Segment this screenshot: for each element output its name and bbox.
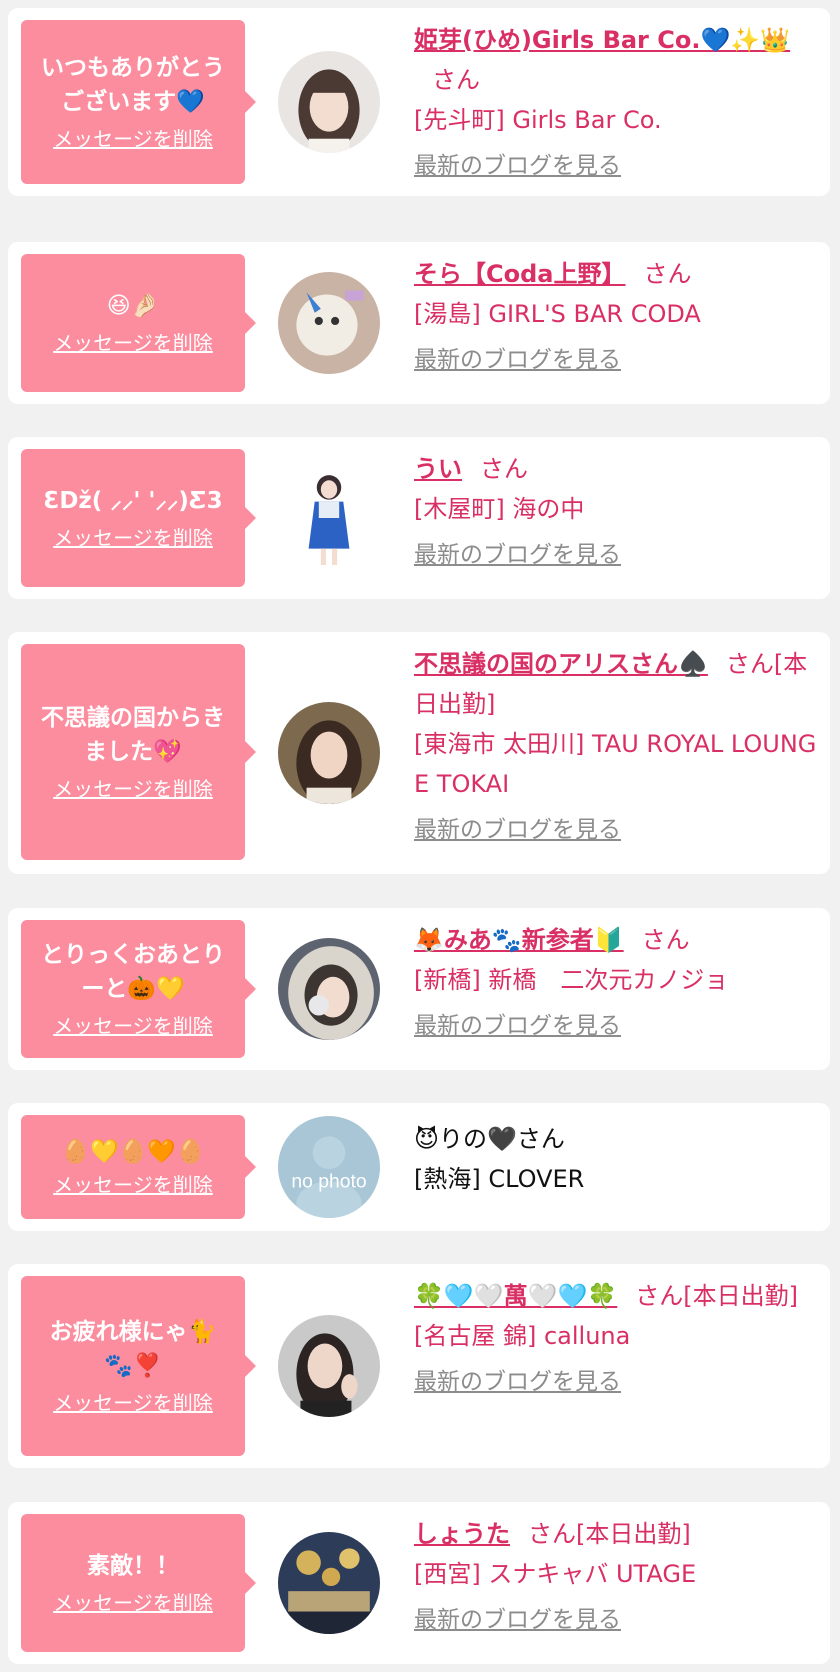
delete-message-link[interactable]: メッセージを削除: [53, 1389, 213, 1417]
message-card: 😆🤌🏻 メッセージを削除 そら【Coda上野】 さん [湯島] GIRL'S BA…: [8, 242, 830, 404]
fur-hood-image: [278, 938, 380, 1040]
sender-info: 🦊みあ🐾新参者🔰 さん [新橋] 新橋 二次元カノジョ 最新のブログを見る: [414, 920, 824, 1042]
sender-name-text: 😈りの🖤さん: [414, 1125, 565, 1153]
sender-info: しょうた さん[本日出勤] [西宮] スナキャバ UTAGE 最新のブログを見る: [414, 1514, 824, 1636]
honorific: さん: [480, 455, 528, 483]
delete-message-link[interactable]: メッセージを削除: [53, 775, 213, 803]
message-card: 不思議の国からきました💖 メッセージを削除 不思議の国のアリスさん♠️ さん[本日…: [8, 632, 830, 874]
sender-info: 🍀🩵🤍萬🤍🩵🍀 さん[本日出勤] [名古屋 錦] calluna 最新のブログを見…: [414, 1276, 824, 1398]
girl-portrait-image: [278, 702, 380, 804]
message-bubble: いつもありがとうございます💙 メッセージを削除: [21, 20, 256, 184]
message-card: 素敵！！ メッセージを削除 しょうた さん[本日出勤] [西宮] スナキャバ UT…: [8, 1502, 830, 1664]
latest-blog-link[interactable]: 最新のブログを見る: [414, 539, 824, 571]
sender-info: うい さん [木屋町] 海の中 最新のブログを見る: [414, 449, 824, 571]
message-card: いつもありがとうございます💙 メッセージを削除 姫芽(ひめ)Girls Bar …: [8, 8, 830, 196]
message-text: お疲れ様にゃ🐈🐾❣️: [49, 1319, 217, 1379]
party-photo-image: [278, 1532, 380, 1634]
message-bubble: 不思議の国からきました💖 メッセージを削除: [21, 644, 256, 860]
sender-info: 😈りの🖤さん [熱海] CLOVER: [414, 1119, 824, 1199]
avatar[interactable]: [278, 1315, 380, 1417]
sender-info: 姫芽(ひめ)Girls Bar Co.💙✨👑 さん [先斗町] Girls Bar…: [414, 20, 824, 182]
honorific: さん[本日出勤]: [635, 1282, 799, 1310]
message-card: 🥚💛🥚🧡🥚 メッセージを削除 no photo 😈りの🖤さん [熱海] CLOV…: [8, 1103, 830, 1231]
message-list: いつもありがとうございます💙 メッセージを削除 姫芽(ひめ)Girls Bar …: [0, 0, 840, 1672]
shop-text: [先斗町] Girls Bar Co.: [414, 106, 662, 134]
message-bubble: ƐDž( ⸝⸝' '⸝⸝)Ƹ3 メッセージを削除: [21, 449, 256, 587]
delete-message-link[interactable]: メッセージを削除: [53, 1012, 213, 1040]
message-text: 不思議の国からきました💖: [41, 705, 225, 765]
shop-text: [西宮] スナキャバ UTAGE: [414, 1560, 697, 1588]
latest-blog-link[interactable]: 最新のブログを見る: [414, 1366, 824, 1398]
sender-name-link[interactable]: 🦊みあ🐾新参者🔰: [414, 926, 624, 954]
message-text: いつもありがとうございます💙: [41, 55, 225, 115]
shop-text: [湯島] GIRL'S BAR CODA: [414, 300, 701, 328]
sender-name-link[interactable]: 姫芽(ひめ)Girls Bar Co.💙✨👑: [414, 26, 790, 54]
sender-name-link[interactable]: うい: [414, 455, 462, 483]
delete-message-link[interactable]: メッセージを削除: [53, 125, 213, 153]
avatar[interactable]: [278, 467, 380, 569]
avatar[interactable]: [278, 702, 380, 804]
delete-message-link[interactable]: メッセージを削除: [53, 329, 213, 357]
avatar[interactable]: [278, 272, 380, 374]
message-bubble: 😆🤌🏻 メッセージを削除: [21, 254, 256, 392]
message-text: 素敵！！: [87, 1553, 179, 1579]
plush-toy-image: [278, 272, 380, 374]
shop-text: [木屋町] 海の中: [414, 495, 585, 523]
shop-text: [熱海] CLOVER: [414, 1165, 585, 1193]
latest-blog-link[interactable]: 最新のブログを見る: [414, 150, 824, 182]
message-text: 😆🤌🏻: [106, 293, 160, 319]
idol-costume-image: [278, 467, 380, 569]
avatar[interactable]: [278, 938, 380, 1040]
shop-text: [新橋] 新橋 二次元カノジョ: [414, 966, 729, 994]
sender-name-link[interactable]: 不思議の国のアリスさん♠️: [414, 650, 708, 678]
message-bubble: とりっくおあとりーと🎃💛 メッセージを削除: [21, 920, 256, 1058]
girl-portrait-image: [278, 51, 380, 153]
avatar: no photo: [278, 1116, 380, 1218]
message-bubble: 素敵！！ メッセージを削除: [21, 1514, 256, 1652]
message-card: お疲れ様にゃ🐈🐾❣️ メッセージを削除 🍀🩵🤍萬🤍🩵🍀 さん[本日出勤] [名古屋…: [8, 1264, 830, 1468]
shop-text: [名古屋 錦] calluna: [414, 1322, 631, 1350]
message-text: とりっくおあとりーと🎃💛: [41, 942, 225, 1002]
girl-portrait-image: [278, 1315, 380, 1417]
honorific: さん: [641, 926, 690, 954]
avatar[interactable]: [278, 51, 380, 153]
delete-message-link[interactable]: メッセージを削除: [53, 1589, 213, 1617]
honorific: さん: [643, 260, 692, 288]
message-text: 🥚💛🥚🧡🥚: [61, 1139, 205, 1165]
message-bubble: 🥚💛🥚🧡🥚 メッセージを削除: [21, 1115, 256, 1219]
sender-name-link[interactable]: 🍀🩵🤍萬🤍🩵🍀: [414, 1282, 617, 1310]
shop-text: [東海市 太田川] TAU ROYAL LOUNGE TOKAI: [414, 730, 817, 798]
no-photo-text: no photo: [291, 1170, 366, 1192]
latest-blog-link[interactable]: 最新のブログを見る: [414, 814, 824, 846]
message-card: とりっくおあとりーと🎃💛 メッセージを削除 🦊みあ🐾新参者🔰 さん [新橋] 新橋…: [8, 908, 830, 1070]
honorific: さん[本日出勤]: [528, 1520, 691, 1548]
latest-blog-link[interactable]: 最新のブログを見る: [414, 1010, 824, 1042]
message-card: ƐDž( ⸝⸝' '⸝⸝)Ƹ3 メッセージを削除 うい さん [木屋町] 海の中 …: [8, 437, 830, 599]
honorific: さん: [432, 66, 480, 94]
sender-info: そら【Coda上野】 さん [湯島] GIRL'S BAR CODA 最新のブログ…: [414, 254, 824, 376]
no-photo-image: no photo: [278, 1116, 380, 1218]
message-text: ƐDž( ⸝⸝' '⸝⸝)Ƹ3: [43, 488, 223, 514]
message-bubble: お疲れ様にゃ🐈🐾❣️ メッセージを削除: [21, 1276, 256, 1456]
sender-info: 不思議の国のアリスさん♠️ さん[本日出勤] [東海市 太田川] TAU ROYA…: [414, 644, 824, 846]
avatar[interactable]: [278, 1532, 380, 1634]
delete-message-link: メッセージを削除: [53, 1173, 213, 1197]
sender-name-link[interactable]: しょうた: [414, 1520, 510, 1548]
delete-message-link[interactable]: メッセージを削除: [53, 524, 213, 552]
sender-name-link[interactable]: そら【Coda上野】: [414, 260, 625, 288]
latest-blog-link[interactable]: 最新のブログを見る: [414, 1604, 824, 1636]
latest-blog-link[interactable]: 最新のブログを見る: [414, 344, 824, 376]
